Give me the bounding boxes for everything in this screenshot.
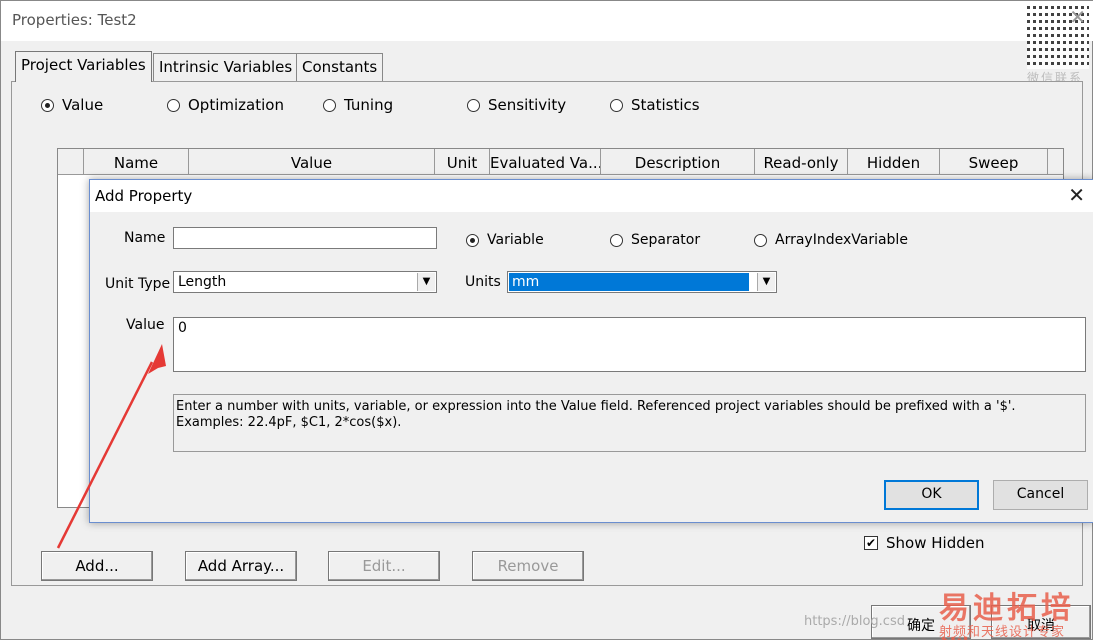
radio-unchecked-icon	[167, 98, 180, 112]
column-header-read-only[interactable]: Read-only	[755, 149, 848, 175]
chevron-down-icon: ▼	[417, 273, 435, 291]
radio-unchecked-icon	[754, 233, 767, 247]
radio-label: Tuning	[344, 96, 394, 114]
name-label: Name	[124, 230, 166, 246]
add-array-button[interactable]: Add Array...	[185, 551, 297, 581]
column-header-name[interactable]: Name	[84, 149, 189, 175]
help-text: Enter a number with units, variable, or …	[173, 394, 1086, 452]
value-textarea[interactable]: 0	[173, 317, 1086, 372]
unit-type-label: Unit Type	[105, 276, 171, 292]
logo-subtitle-watermark: 射频和天线设计专家	[939, 625, 1066, 640]
units-label: Units	[465, 274, 501, 290]
cancel-button[interactable]: Cancel	[993, 480, 1088, 510]
add-button[interactable]: Add...	[41, 551, 153, 581]
radio-tuning[interactable]: Tuning	[323, 96, 393, 114]
radio-label: Optimization	[188, 96, 284, 114]
tab-constants[interactable]: Constants	[296, 53, 384, 81]
radio-label: ArrayIndexVariable	[775, 232, 908, 248]
ok-button[interactable]: OK	[884, 480, 979, 510]
dialog-titlebar: Add Property ✕	[90, 180, 1093, 212]
column-header-hidden[interactable]: Hidden	[848, 149, 940, 175]
unit-type-value: Length	[178, 274, 227, 290]
close-icon[interactable]: ✕	[1069, 5, 1086, 29]
column-header-evaluated-value[interactable]: Evaluated Va...	[490, 149, 601, 175]
radio-unchecked-icon	[610, 233, 623, 247]
column-header-unit[interactable]: Unit	[435, 149, 490, 175]
radio-label: Statistics	[631, 96, 700, 114]
dialog-title: Add Property	[95, 187, 193, 205]
radio-checked-icon	[41, 98, 54, 112]
name-input[interactable]	[173, 227, 437, 249]
radio-label: Separator	[631, 232, 701, 248]
radio-label: Sensitivity	[488, 96, 567, 114]
remove-button[interactable]: Remove	[472, 551, 584, 581]
radio-unchecked-icon	[610, 98, 623, 112]
radio-value[interactable]: Value	[41, 96, 103, 114]
radio-checked-icon	[466, 233, 479, 247]
radio-label: Value	[62, 96, 104, 114]
unit-type-select[interactable]: Length ▼	[173, 271, 437, 293]
close-icon[interactable]: ✕	[1068, 183, 1085, 207]
window-title: Properties: Test2	[12, 11, 137, 29]
radio-unchecked-icon	[323, 98, 336, 112]
add-property-dialog: Add Property ✕ Name Variable Separator A…	[89, 179, 1093, 523]
radio-optimization[interactable]: Optimization	[167, 96, 284, 114]
radio-array-index-variable[interactable]: ArrayIndexVariable	[754, 232, 908, 248]
tab-project-variables[interactable]: Project Variables	[15, 51, 152, 82]
column-header-selector[interactable]	[58, 149, 84, 175]
edit-button[interactable]: Edit...	[328, 551, 440, 581]
blog-watermark: https://blog.csd	[804, 614, 905, 629]
checkmark-icon: ✔	[864, 536, 878, 550]
column-header-value[interactable]: Value	[189, 149, 435, 175]
tab-intrinsic-variables[interactable]: Intrinsic Variables	[153, 53, 299, 81]
column-header-description[interactable]: Description	[601, 149, 755, 175]
column-header-sweep[interactable]: Sweep	[940, 149, 1048, 175]
value-label: Value	[126, 317, 165, 333]
radio-unchecked-icon	[467, 98, 480, 112]
units-value: mm	[509, 273, 749, 291]
show-hidden-checkbox[interactable]: ✔ Show Hidden	[864, 534, 984, 552]
radio-separator[interactable]: Separator	[610, 232, 700, 248]
chevron-down-icon: ▼	[757, 273, 775, 291]
radio-statistics[interactable]: Statistics	[610, 96, 700, 114]
radio-sensitivity[interactable]: Sensitivity	[467, 96, 566, 114]
window-titlebar: Properties: Test2	[1, 1, 1093, 41]
radio-variable[interactable]: Variable	[466, 232, 544, 248]
radio-label: Variable	[487, 232, 544, 248]
grid-header: Name Value Unit Evaluated Va... Descript…	[58, 149, 1063, 175]
show-hidden-label: Show Hidden	[886, 534, 985, 552]
units-select[interactable]: mm ▼	[507, 271, 777, 293]
